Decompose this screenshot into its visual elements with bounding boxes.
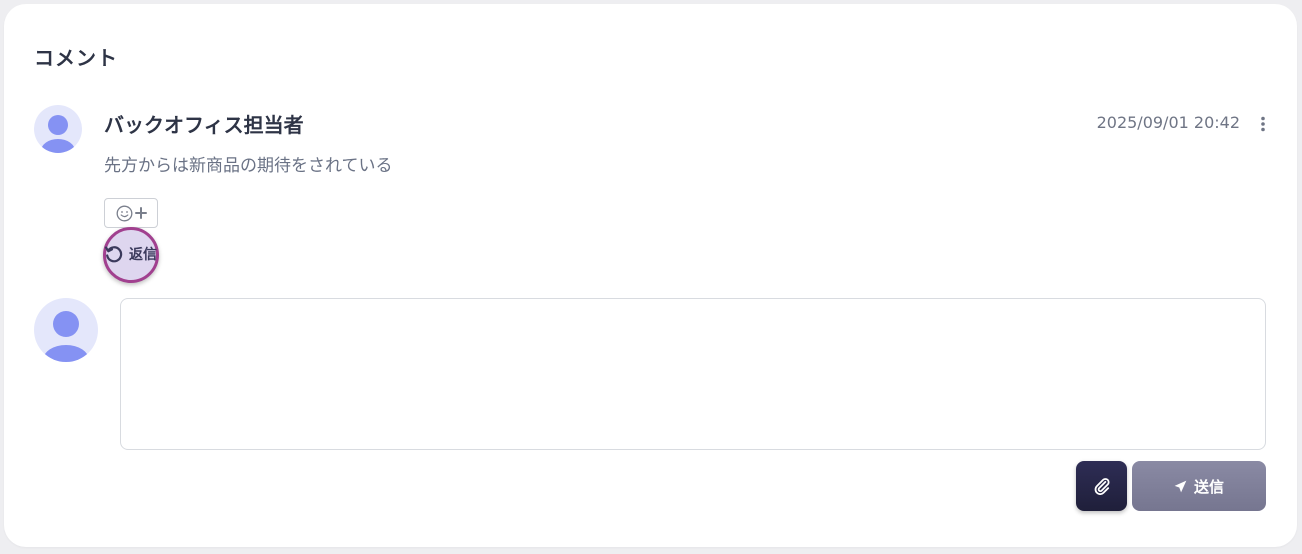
- smiley-icon: [116, 205, 132, 221]
- reply-label: 返信: [129, 247, 157, 263]
- paperclip-icon: [1094, 478, 1110, 495]
- comment-author: バックオフィス担当者: [104, 113, 304, 137]
- reply-arrow-icon: [104, 246, 123, 263]
- send-button[interactable]: 送信: [1132, 461, 1266, 511]
- vertical-ellipsis-icon: [1261, 116, 1265, 132]
- user-icon: [41, 115, 75, 153]
- comment-more-button[interactable]: [1254, 113, 1272, 135]
- comment-timestamp: 2025/09/01 20:42: [1096, 113, 1240, 132]
- add-reaction-button[interactable]: [104, 198, 158, 228]
- paper-plane-icon: [1174, 480, 1187, 492]
- plus-icon: [134, 207, 147, 219]
- commenter-avatar: [34, 105, 82, 153]
- section-title: コメント: [34, 46, 118, 70]
- comment-body: 先方からは新商品の期待をされている: [104, 156, 393, 176]
- current-user-avatar: [34, 298, 98, 362]
- reply-button[interactable]: 返信: [104, 242, 157, 266]
- user-icon: [43, 311, 89, 362]
- send-label: 送信: [1193, 477, 1224, 496]
- reply-input[interactable]: [120, 298, 1266, 450]
- attach-file-button[interactable]: [1076, 461, 1127, 511]
